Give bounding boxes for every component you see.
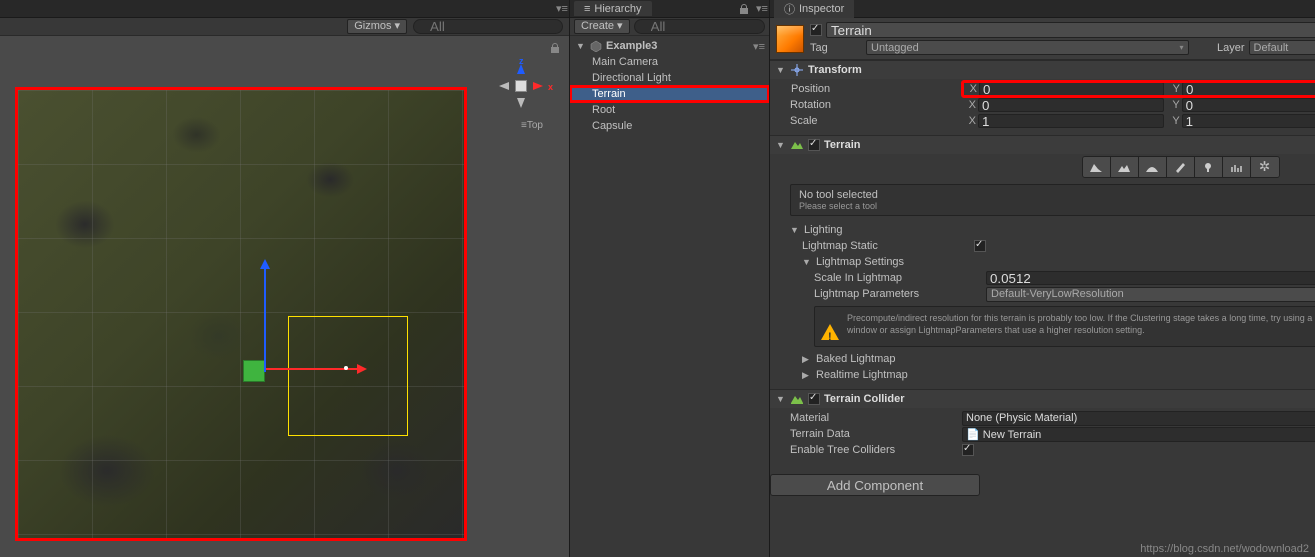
create-dropdown[interactable]: Create▾ xyxy=(574,19,630,34)
foldout-icon[interactable]: ▼ xyxy=(790,225,800,235)
gizmos-dropdown[interactable]: Gizmos▾ xyxy=(347,19,407,34)
foldout-icon[interactable]: ▼ xyxy=(776,394,786,404)
transform-component: ▼ Transform ? ⚙ Position X xyxy=(770,60,1315,135)
tree-colliders-checkbox[interactable] xyxy=(962,444,974,456)
gameobject-icon[interactable] xyxy=(776,25,804,53)
lightmap-static-label: Lightmap Static xyxy=(802,240,970,252)
select-tool-text: Please select a tool xyxy=(799,201,1315,211)
foldout-icon[interactable]: ▼ xyxy=(776,65,786,75)
scene-toolbar: Gizmos▾ 🔍 xyxy=(0,18,569,36)
hierarchy-tree: ▼ Example3 ▾≡ Main Camera Directional Li… xyxy=(570,36,769,557)
material-object-field[interactable]: None (Physic Material)⊙ xyxy=(962,411,1315,426)
terrain-preview[interactable] xyxy=(18,90,464,538)
terrain-data-object-field[interactable]: 📄 New Terrain⊙ xyxy=(962,427,1315,442)
paint-height-tool[interactable] xyxy=(1111,157,1139,177)
hierarchy-tab[interactable]: ≡Hierarchy xyxy=(574,1,652,16)
panel-options-icon[interactable]: ▾≡ xyxy=(555,2,569,16)
panel-options-icon[interactable]: ▾≡ xyxy=(755,2,769,16)
position-fields: X Y Z xyxy=(963,82,1315,96)
foldout-icon[interactable]: ▼ xyxy=(576,41,586,51)
inspector-panel: ⓘInspector ▾≡ Static ▾ xyxy=(770,0,1315,557)
resolution-warning: Precompute/indirect resolution for this … xyxy=(814,306,1315,347)
paint-details-tool[interactable] xyxy=(1223,157,1251,177)
no-tool-text: No tool selected xyxy=(799,189,1315,201)
scene-view[interactable]: z x ≡Top xyxy=(0,36,569,557)
scene-search-input[interactable] xyxy=(413,19,563,34)
hierarchy-item[interactable]: Main Camera xyxy=(570,54,769,70)
rotation-x-input[interactable] xyxy=(978,98,1164,112)
collider-enabled-checkbox[interactable] xyxy=(808,393,820,405)
material-label: Material xyxy=(790,412,958,424)
unity-scene-icon xyxy=(590,40,602,52)
position-x-input[interactable] xyxy=(979,82,1164,96)
y-axis-handle[interactable] xyxy=(264,264,266,372)
lightmap-params-dropdown[interactable]: Default-VeryLowResolution▾ xyxy=(986,287,1315,302)
scene-tabbar: ▾≡ xyxy=(0,0,569,18)
hierarchy-search-input[interactable] xyxy=(634,19,765,34)
scale-in-lightmap-input[interactable] xyxy=(986,271,1315,285)
gameobject-header: Static ▾ Tag Untagged▾ Layer Default▾ xyxy=(770,18,1315,60)
position-label: Position xyxy=(791,83,959,95)
position-y-input[interactable] xyxy=(1182,82,1315,96)
terrain-component: ▼ Terrain ? ⚙ xyxy=(770,135,1315,389)
raise-lower-tool[interactable] xyxy=(1083,157,1111,177)
hierarchy-item-selected[interactable]: Terrain xyxy=(570,86,769,102)
terrain-icon xyxy=(790,138,804,152)
selection-rect xyxy=(288,316,408,436)
lightmap-static-checkbox[interactable] xyxy=(974,240,986,252)
terrain-tool-group: ✲ xyxy=(790,156,1315,178)
hierarchy-icon: ≡ xyxy=(584,3,590,15)
foldout-icon[interactable]: ▼ xyxy=(776,140,786,150)
pivot-dot xyxy=(344,366,348,370)
layer-dropdown[interactable]: Default▾ xyxy=(1249,40,1315,55)
scene-orientation-gizmo[interactable]: z x xyxy=(493,58,549,114)
terrain-collider-icon xyxy=(790,392,804,406)
foldout-icon[interactable]: ▶ xyxy=(802,354,812,365)
scale-x-input[interactable] xyxy=(978,114,1164,128)
scale-y-input[interactable] xyxy=(1182,114,1315,128)
gizmo-lock-icon[interactable] xyxy=(549,42,561,57)
inspector-tab[interactable]: ⓘInspector xyxy=(774,0,854,18)
hierarchy-item[interactable]: Root xyxy=(570,102,769,118)
lock-icon[interactable] xyxy=(737,2,751,16)
tree-colliders-label: Enable Tree Colliders xyxy=(790,444,958,456)
paint-texture-tool[interactable] xyxy=(1167,157,1195,177)
tag-label: Tag xyxy=(810,42,862,54)
rotation-label: Rotation xyxy=(790,99,958,111)
scale-in-lightmap-label: Scale In Lightmap xyxy=(814,272,982,284)
foldout-icon[interactable]: ▶ xyxy=(802,370,812,381)
terrain-collider-component: ▼ Terrain Collider ? ⚙ Material None (Ph… xyxy=(770,389,1315,464)
hierarchy-item[interactable]: Directional Light xyxy=(570,70,769,86)
lightmap-params-label: Lightmap Parameters xyxy=(814,288,982,300)
info-icon: ⓘ xyxy=(784,1,795,17)
hierarchy-item[interactable]: Capsule xyxy=(570,118,769,134)
smooth-height-tool[interactable] xyxy=(1139,157,1167,177)
transform-icon xyxy=(790,63,804,77)
gameobject-name-input[interactable] xyxy=(826,22,1315,38)
rotation-y-input[interactable] xyxy=(1182,98,1315,112)
tag-dropdown[interactable]: Untagged▾ xyxy=(866,40,1189,55)
scene-options-icon[interactable]: ▾≡ xyxy=(753,40,765,53)
scale-label: Scale xyxy=(790,115,958,127)
warning-icon xyxy=(821,315,839,340)
terrain-data-label: Terrain Data xyxy=(790,428,958,440)
scene-root-row[interactable]: ▼ Example3 ▾≡ xyxy=(570,38,769,54)
gameobject-active-checkbox[interactable] xyxy=(810,24,822,36)
scene-panel: ▾≡ Gizmos▾ 🔍 z xyxy=(0,0,570,557)
place-trees-tool[interactable] xyxy=(1195,157,1223,177)
watermark-text: https://blog.csdn.net/wodownload2 xyxy=(1140,543,1309,555)
hierarchy-panel: ≡Hierarchy ▾≡ Create▾ 🔍 ▼ Example3 ▾≡ Ma xyxy=(570,0,770,557)
terrain-enabled-checkbox[interactable] xyxy=(808,139,820,151)
terrain-settings-tool[interactable]: ✲ xyxy=(1251,157,1279,177)
foldout-icon[interactable]: ▼ xyxy=(802,257,812,267)
layer-label: Layer xyxy=(1193,42,1245,54)
view-mode-label[interactable]: ≡Top xyxy=(521,120,543,131)
transform-handle-plane[interactable] xyxy=(243,360,265,382)
add-component-button[interactable]: Add Component xyxy=(770,474,980,496)
